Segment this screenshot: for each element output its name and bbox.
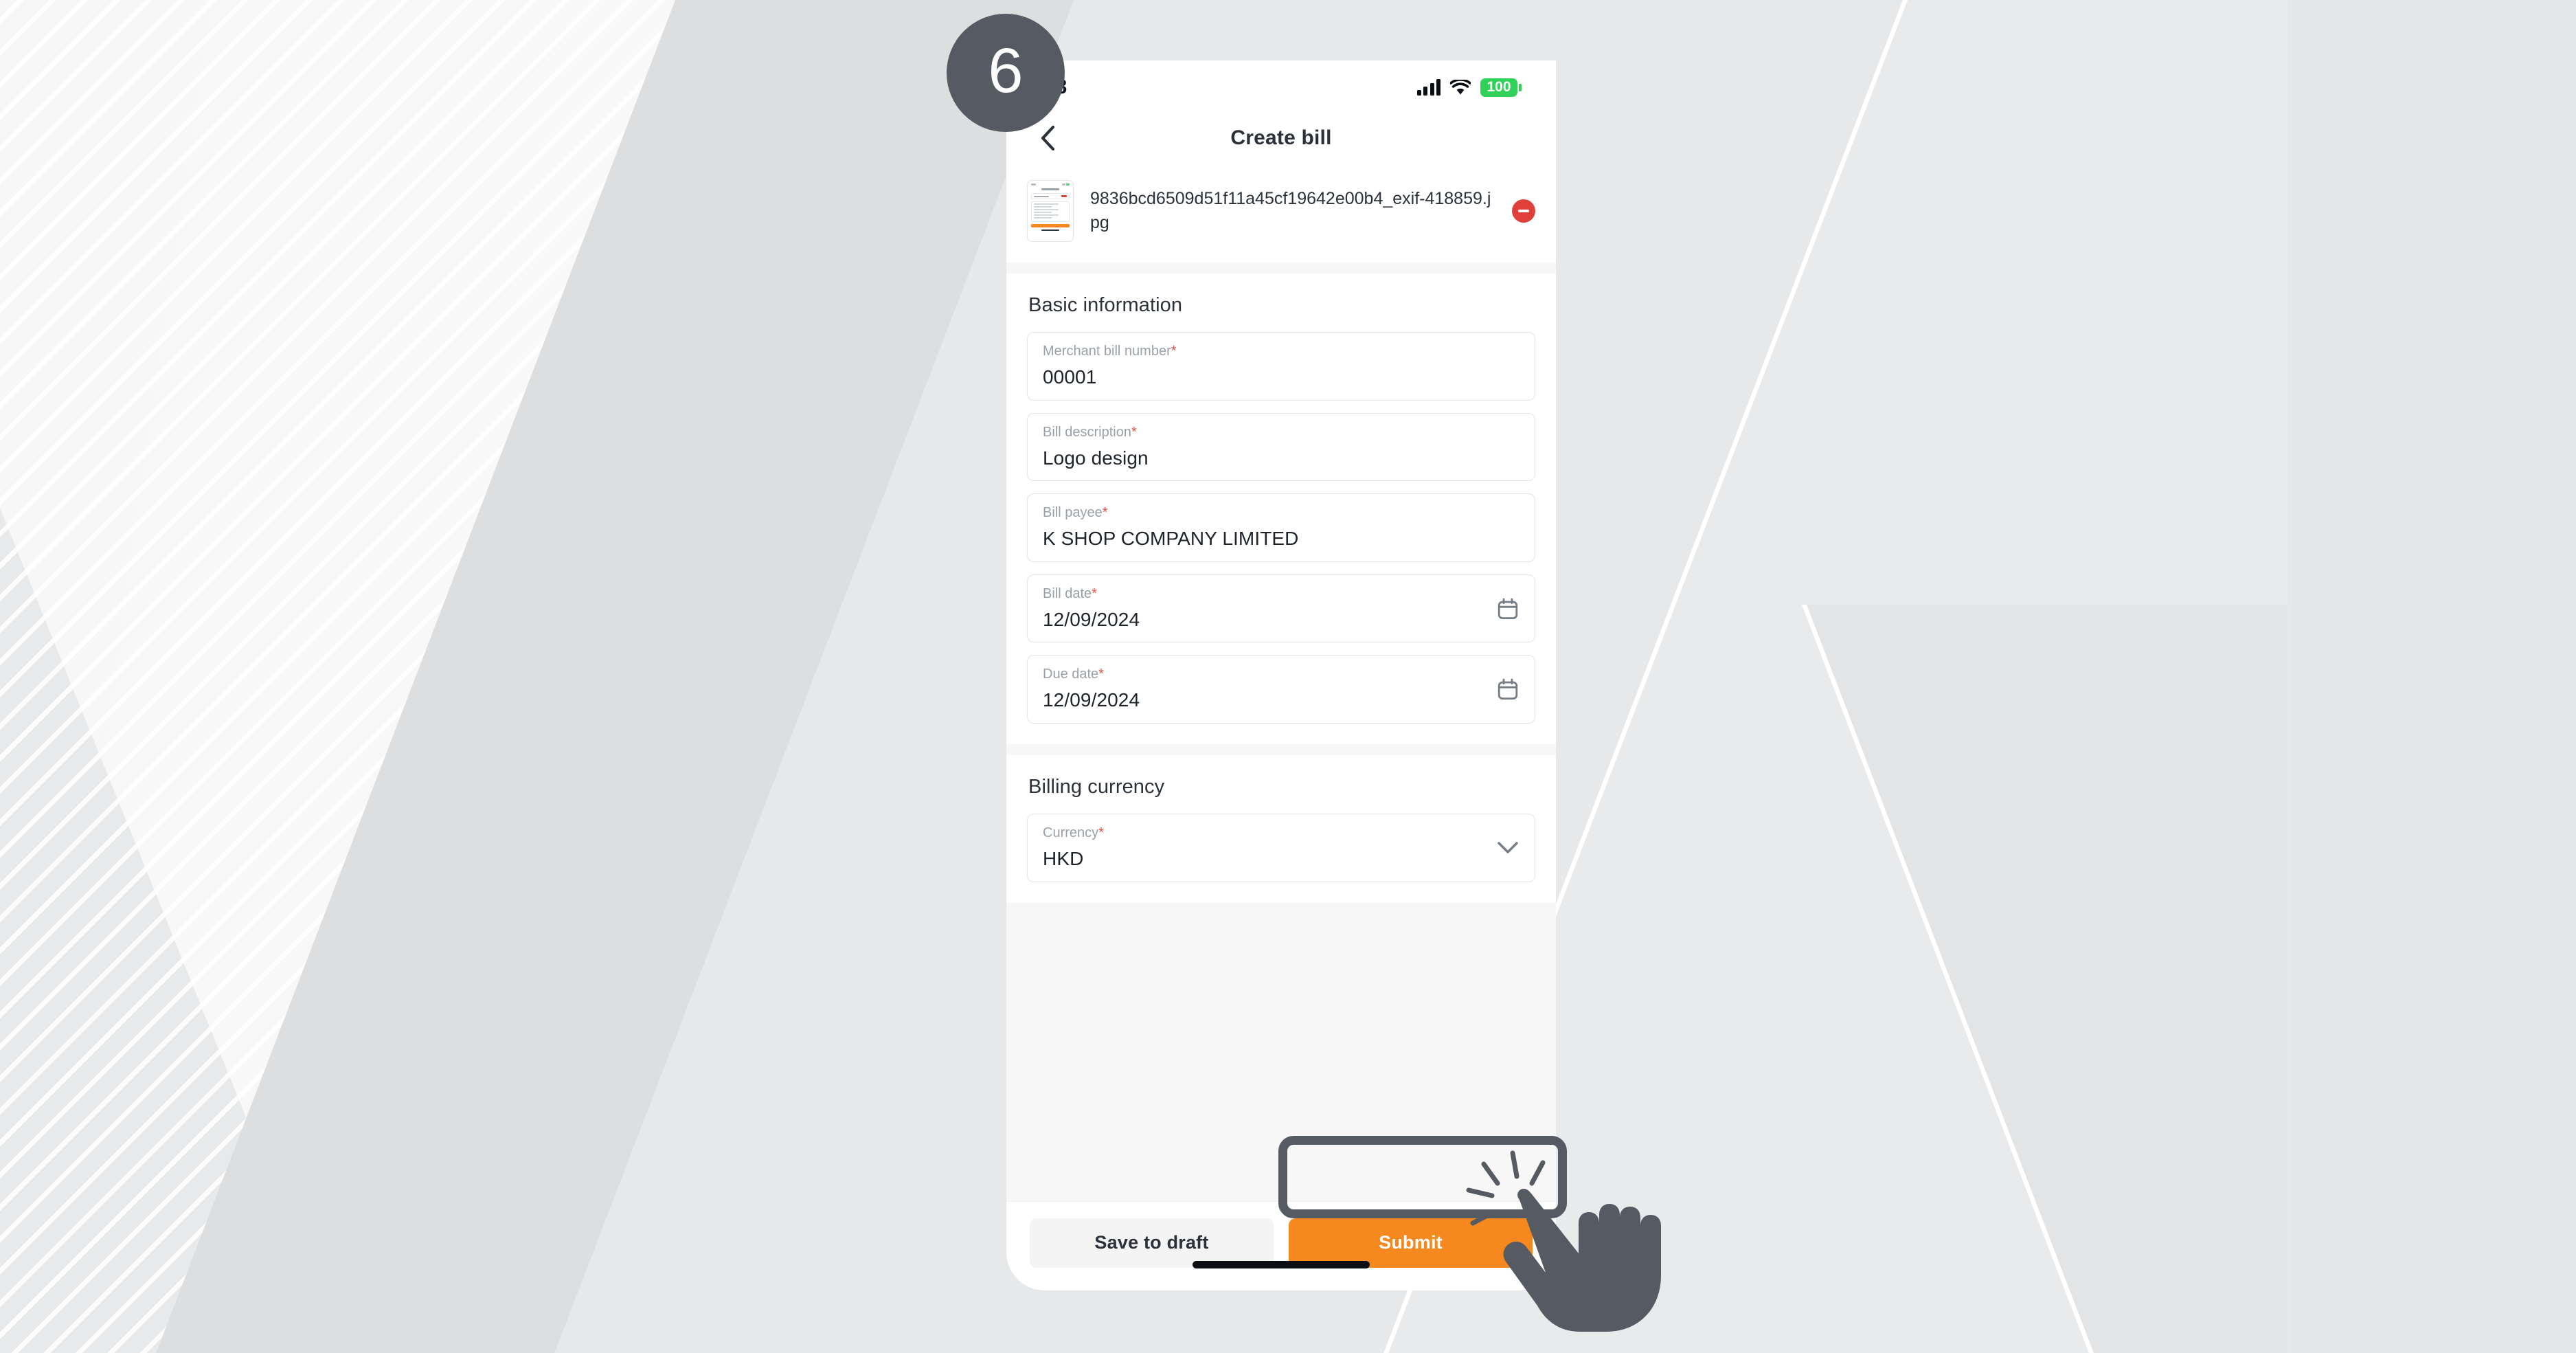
calendar-icon[interactable] — [1496, 597, 1519, 620]
billing-currency-title: Billing currency — [1028, 775, 1165, 798]
field-value: 12/09/2024 — [1043, 689, 1140, 711]
step-number-badge: 6 — [947, 14, 1065, 132]
calendar-icon[interactable] — [1496, 678, 1519, 701]
billing-currency-card: Billing currency Currency* HKD — [1006, 754, 1556, 903]
field-bill-payee[interactable]: Bill payee* K SHOP COMPANY LIMITED — [1027, 493, 1535, 562]
status-icons: 100 — [1416, 78, 1522, 97]
attachment-card: 9836bcd6509d51f11a45cf19642e00b4_exif-41… — [1006, 162, 1556, 262]
attachment-filename: 9836bcd6509d51f11a45cf19642e00b4_exif-41… — [1090, 188, 1491, 233]
field-due-date[interactable]: Due date* 12/09/2024 — [1027, 655, 1535, 724]
signal-bars-icon — [1416, 79, 1440, 96]
back-button[interactable] — [1034, 124, 1061, 152]
field-value: K SHOP COMPANY LIMITED — [1043, 528, 1299, 550]
background-right-panel — [2287, 0, 2576, 1353]
field-label: Due date* — [1043, 667, 1104, 682]
step-number-label: 6 — [988, 36, 1024, 106]
field-value: HKD — [1043, 847, 1084, 869]
attachment-row: 9836bcd6509d51f11a45cf19642e00b4_exif-41… — [1027, 180, 1535, 242]
status-bar: :28 100 — [1006, 60, 1556, 114]
chevron-down-icon[interactable] — [1496, 836, 1519, 860]
minus-circle-icon[interactable] — [1512, 199, 1535, 223]
field-label: Bill description* — [1043, 424, 1137, 440]
screenshot-stage: :28 100 — [0, 0, 2576, 1353]
field-label: Bill date* — [1043, 585, 1097, 601]
field-value: 00001 — [1043, 366, 1097, 388]
chevron-left-icon — [1041, 125, 1055, 151]
phone-mockup: :28 100 — [1006, 60, 1556, 1290]
field-bill-date[interactable]: Bill date* 12/09/2024 — [1027, 574, 1535, 643]
save-to-draft-button[interactable]: Save to draft — [1030, 1218, 1274, 1268]
field-label: Bill payee* — [1043, 505, 1108, 521]
field-value: Logo design — [1043, 447, 1149, 469]
field-bill-description[interactable]: Bill description* Logo design — [1027, 412, 1535, 482]
basic-information-title: Basic information — [1028, 294, 1183, 316]
wifi-icon — [1450, 79, 1471, 94]
field-merchant-bill-number[interactable]: Merchant bill number* 00001 — [1027, 332, 1535, 401]
battery-level-label: 100 — [1487, 78, 1511, 95]
field-label: Merchant bill number* — [1043, 344, 1177, 359]
submit-button[interactable]: Submit — [1289, 1218, 1533, 1268]
page-title: Create bill — [1230, 126, 1332, 149]
basic-information-card: Basic information Merchant bill number* … — [1006, 273, 1556, 744]
bottom-action-bar: Save to draft Submit — [1006, 1201, 1556, 1284]
field-value: 12/09/2024 — [1043, 608, 1140, 630]
battery-icon: 100 — [1480, 78, 1522, 97]
form-scroll-area[interactable]: 9836bcd6509d51f11a45cf19642e00b4_exif-41… — [1006, 162, 1556, 1201]
nav-bar: Create bill — [1006, 114, 1556, 162]
home-indicator — [1193, 1261, 1370, 1268]
field-label: Currency* — [1043, 825, 1104, 840]
attachment-thumbnail[interactable] — [1027, 180, 1074, 242]
field-currency[interactable]: Currency* HKD — [1027, 813, 1535, 882]
